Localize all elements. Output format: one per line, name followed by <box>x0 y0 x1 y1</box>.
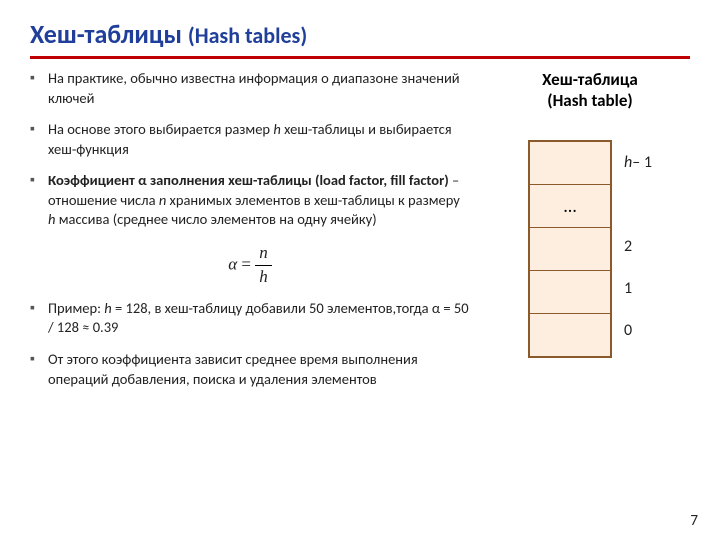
formula-eq: = <box>237 254 255 273</box>
right-title-2: (Hash table) <box>547 90 632 111</box>
bullet-2-a: На основе этого выбирается размер <box>48 120 273 138</box>
ht-cell-top <box>530 142 610 184</box>
bullet-4-h: h <box>104 299 111 317</box>
page-title: Хеш-таблицы (Hash tables) <box>30 18 690 50</box>
bullet-1-text: На практике, обычно известна информация … <box>48 69 460 107</box>
formula-num: n <box>255 242 272 266</box>
ht-label-hminus1: h – 1 <box>624 140 652 184</box>
ht-label-0-text: 0 <box>624 321 632 340</box>
bullet-3-alpha: α <box>138 171 147 189</box>
ht-label-2-text: 2 <box>624 237 632 256</box>
formula-den: h <box>255 266 272 289</box>
bullet-3-rest-b: хранимых элементов в хеш-таблицы к разме… <box>166 191 460 209</box>
bullet-5: От этого коэффициента зависит среднее вр… <box>30 350 470 389</box>
ht-cell-1 <box>530 270 610 313</box>
formula: α = nh <box>30 242 470 289</box>
ht-label-minus1: – 1 <box>632 153 652 172</box>
bullet-3-bold: Коэффициент α заполнения хеш-таблицы (lo… <box>48 171 449 189</box>
bullet-2-h: h <box>273 120 280 138</box>
bullet-5-text: От этого коэффициента зависит среднее вр… <box>48 350 418 388</box>
title-sub: (Hash tables) <box>188 22 307 49</box>
hashtable-labels: h – 1 2 1 0 <box>612 140 652 352</box>
formula-fraction: nh <box>255 242 272 289</box>
ht-cell-ellipsis: … <box>530 184 610 227</box>
bullet-4: Пример: h = 128, в хеш-таблицу добавили … <box>30 299 470 338</box>
ht-label-2: 2 <box>624 226 652 268</box>
bullet-list-column: На практике, обычно известна информация … <box>30 69 470 401</box>
bullet-4-a: Пример: <box>48 299 104 317</box>
right-title: Хеш-таблица (Hash table) <box>490 69 690 112</box>
ht-label-1: 1 <box>624 268 652 310</box>
right-title-1: Хеш-таблица <box>542 69 638 90</box>
bullet-2: На основе этого выбирается размер h хеш-… <box>30 120 470 159</box>
bullet-1: На практике, обычно известна информация … <box>30 69 470 108</box>
bullet-4-alpha: α <box>432 299 440 317</box>
right-column: Хеш-таблица (Hash table) … h – 1 2 1 0 <box>470 69 690 358</box>
ht-label-1-text: 1 <box>624 279 632 298</box>
ht-cell-2 <box>530 227 610 270</box>
title-main: Хеш-таблицы <box>30 18 188 50</box>
ht-cell-0 <box>530 313 610 356</box>
ht-label-0: 0 <box>624 310 652 352</box>
ht-label-h: h <box>624 153 632 172</box>
formula-lhs: α <box>228 254 237 273</box>
ht-ellipsis: … <box>564 195 576 217</box>
hashtable-cells: … <box>528 140 612 358</box>
page-number: 7 <box>690 512 698 530</box>
title-rule <box>30 56 690 59</box>
hashtable-diagram: … h – 1 2 1 0 <box>490 140 690 358</box>
bullet-3-bold-b: заполнения хеш-таблицы (load factor, fil… <box>147 171 449 189</box>
bullet-4-b: = 128, в хеш-таблицу добавили 50 элемент… <box>112 299 432 317</box>
bullet-3: Коэффициент α заполнения хеш-таблицы (lo… <box>30 171 470 230</box>
bullet-3-rest-c: массива (среднее число элементов на одну… <box>55 210 376 228</box>
bullet-3-bold-a: Коэффициент <box>48 171 138 189</box>
content-area: На практике, обычно известна информация … <box>30 69 690 401</box>
ht-label-blank <box>624 184 652 226</box>
